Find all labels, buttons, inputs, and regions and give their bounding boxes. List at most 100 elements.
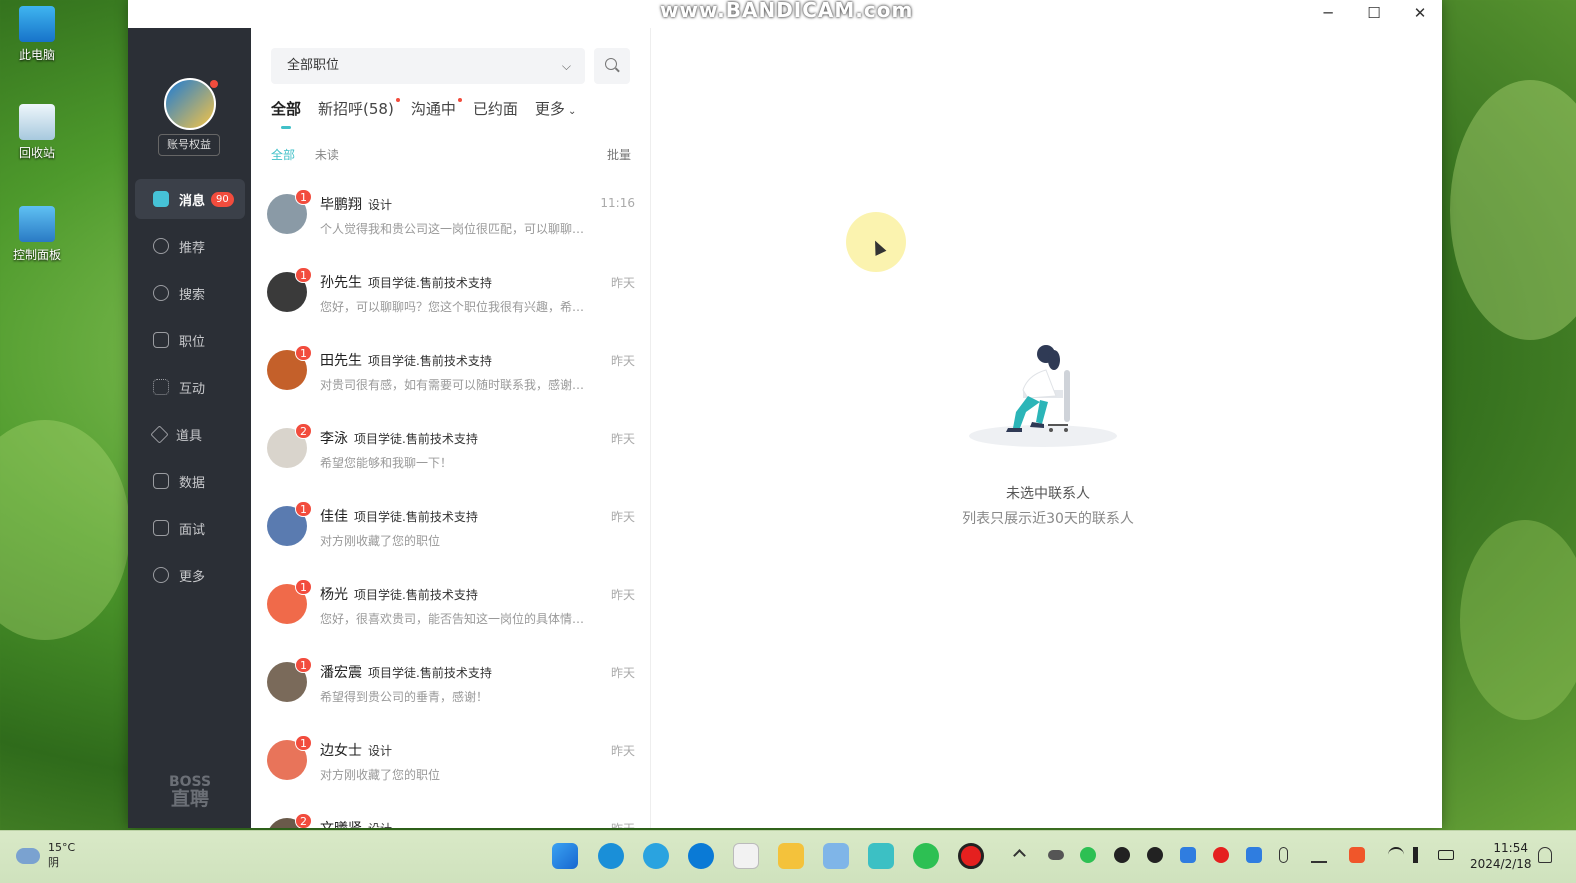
volume-icon[interactable] xyxy=(1413,847,1429,863)
maximize-button[interactable]: ☐ xyxy=(1354,2,1394,24)
recycle-bin-icon xyxy=(19,104,55,140)
conversation-item[interactable]: 1 杨光 项目学徒.售前技术支持 昨天 您好，很喜欢贵司，能否告知这一岗位的具体情况？ xyxy=(251,570,650,648)
record-tray-icon[interactable] xyxy=(1213,847,1229,863)
conversation-item[interactable]: 1 潘宏震 项目学徒.售前技术支持 昨天 希望得到贵公司的垂青，感谢！ xyxy=(251,648,650,726)
input-method-icon[interactable] xyxy=(733,843,759,869)
message-preview: 对贵司很有感，如有需要可以随时联系我，感谢您的关注 xyxy=(320,378,594,392)
conversation-item[interactable]: 1 边女士 设计 昨天 对方刚收藏了您的职位 xyxy=(251,726,650,804)
recording-watermark: www.BANDICAM.com xyxy=(660,0,914,22)
applied-position: 项目学徒.售前技术支持 xyxy=(368,276,492,290)
unread-count-badge: 1 xyxy=(295,735,312,751)
battery-icon[interactable] xyxy=(1438,850,1454,860)
subtab-all[interactable]: 全部 xyxy=(271,146,295,163)
document-icon xyxy=(153,332,169,348)
message-preview: 希望您能够和我聊一下！ xyxy=(320,456,453,470)
wallpaper-leaf xyxy=(1450,80,1576,340)
new-dot xyxy=(395,98,400,102)
sidebar-item-search[interactable]: 搜索 xyxy=(135,273,245,313)
title-bar[interactable]: www.BANDICAM.com ─ ☐ ✕ xyxy=(128,0,1442,28)
clock-time: 11:54 xyxy=(1493,841,1528,855)
tab-label: 新招呼(58) xyxy=(318,100,394,118)
empty-state-title: 未选中联系人 xyxy=(1006,486,1090,502)
wechat-tray-icon[interactable] xyxy=(1080,847,1096,863)
candidate-name-line: 佳佳 项目学徒.售前技术支持 xyxy=(320,506,478,526)
candidate-name-line: 毕鹏翔 设计 xyxy=(320,194,392,214)
taskbar-clock[interactable]: 11:54 2024/2/18 xyxy=(1470,840,1532,872)
tab-all[interactable]: 全部 xyxy=(271,98,301,129)
unread-badge: 90 xyxy=(211,191,234,207)
microphone-icon[interactable] xyxy=(1279,847,1288,863)
weather-widget[interactable]: 15°C 阴 xyxy=(16,841,75,870)
conversation-item[interactable]: 1 佳佳 项目学徒.售前技术支持 昨天 对方刚收藏了您的职位 xyxy=(251,492,650,570)
sogou-icon[interactable] xyxy=(1349,847,1365,863)
close-button[interactable]: ✕ xyxy=(1400,2,1440,24)
conversation-item[interactable]: 1 毕鹏翔 设计 11:16 个人觉得我和贵公司这一岗位很匹配，可以聊聊吗？ xyxy=(251,180,650,258)
sidebar-item-more[interactable]: 更多 xyxy=(135,555,245,595)
desktop-icon-recycle-bin[interactable]: 回收站 xyxy=(10,104,64,161)
batch-button[interactable]: 批量 xyxy=(607,146,631,163)
sidebar-item-interact[interactable]: 互动 xyxy=(135,367,245,407)
conversation-item[interactable]: 2 文曦贤设计 昨天 xyxy=(251,804,650,828)
browser-icon[interactable] xyxy=(688,843,714,869)
read-filter: 全部 未读 批量 xyxy=(271,146,631,163)
sidebar-item-tools[interactable]: 道具 xyxy=(135,414,245,454)
font-icon[interactable] xyxy=(1311,847,1327,863)
candidate-name: 潘宏震 xyxy=(320,665,362,681)
unread-count-badge: 1 xyxy=(295,657,312,673)
tab-communicating[interactable]: 沟通中 xyxy=(411,98,462,119)
account-benefits-button[interactable]: 账号权益 xyxy=(158,134,220,156)
candidate-name-line: 杨光 项目学徒.售前技术支持 xyxy=(320,584,478,604)
chevron-down-icon: ⌄ xyxy=(564,106,577,117)
tab-new-greetings[interactable]: 新招呼(58) xyxy=(318,98,400,119)
qq-icon[interactable] xyxy=(1114,847,1130,863)
conversation-list-panel: 全部职位 ⌵ 全部 新招呼(58) 沟通中 已约面 更多 ⌄ 全部 未读 批量 … xyxy=(251,28,651,828)
sidebar-item-jobs[interactable]: 职位 xyxy=(135,320,245,360)
onedrive-icon[interactable] xyxy=(1048,850,1064,860)
company-avatar[interactable] xyxy=(164,78,216,130)
qq-icon[interactable] xyxy=(1147,847,1163,863)
conversation-item[interactable]: 1 田先生 项目学徒.售前技术支持 昨天 对贵司很有感，如有需要可以随时联系我，感谢您的… xyxy=(251,336,650,414)
sidebar-item-label: 推荐 xyxy=(179,240,206,256)
desktop-icon-control-panel[interactable]: 控制面板 xyxy=(10,206,64,263)
applied-position: 项目学徒.售前技术支持 xyxy=(368,666,492,680)
sidebar-item-interview[interactable]: 面试 xyxy=(135,508,245,548)
search-icon-handle xyxy=(615,67,620,73)
wifi-icon[interactable] xyxy=(1388,847,1404,863)
applied-position: 项目学徒.售前技术支持 xyxy=(368,354,492,368)
new-dot xyxy=(457,98,462,102)
search-button[interactable] xyxy=(594,48,630,84)
message-time: 昨天 xyxy=(610,354,635,368)
sidebar-item-recommend[interactable]: 推荐 xyxy=(135,226,245,266)
wechat-icon[interactable] xyxy=(913,843,939,869)
boss-app-icon[interactable] xyxy=(868,843,894,869)
message-time: 11:16 xyxy=(600,196,635,210)
minimize-button[interactable]: ─ xyxy=(1308,2,1348,24)
tab-interview-booked[interactable]: 已约面 xyxy=(473,98,518,119)
sidebar-item-messages[interactable]: 消息 90 xyxy=(135,179,245,219)
job-filter-select[interactable]: 全部职位 ⌵ xyxy=(271,48,585,84)
subtab-unread[interactable]: 未读 xyxy=(315,146,339,163)
app-icon[interactable] xyxy=(823,843,849,869)
candidate-name: 李泳 xyxy=(320,431,348,447)
notification-bell-icon[interactable] xyxy=(1538,847,1552,863)
chevron-up-icon[interactable] xyxy=(1013,849,1026,862)
search-app-icon[interactable] xyxy=(643,843,669,869)
tab-label: 更多 xyxy=(534,100,565,118)
file-explorer-icon[interactable] xyxy=(778,843,804,869)
desktop-icon-label: 控制面板 xyxy=(12,248,61,262)
grid-icon xyxy=(153,379,169,395)
record-icon[interactable] xyxy=(958,843,984,869)
desktop-icon-this-pc[interactable]: 此电脑 xyxy=(10,6,64,63)
chart-icon xyxy=(153,473,169,489)
tab-more[interactable]: 更多 ⌄ xyxy=(535,98,577,119)
edge-icon[interactable] xyxy=(598,843,624,869)
job-filter-value: 全部职位 xyxy=(287,58,340,73)
bluetooth-icon[interactable] xyxy=(1246,847,1262,863)
sidebar-item-data[interactable]: 数据 xyxy=(135,461,245,501)
sidebar-item-label: 更多 xyxy=(179,569,206,585)
app-tray-icon[interactable] xyxy=(1180,847,1196,863)
conversation-item[interactable]: 2 李泳 项目学徒.售前技术支持 昨天 希望您能够和我聊一下！ xyxy=(251,414,650,492)
sidebar-item-label: 搜索 xyxy=(179,287,206,303)
conversation-item[interactable]: 1 孙先生项目学徒.售前技术支持 昨天您好，可以聊聊吗？您这个职位我很有兴趣，希望能… xyxy=(251,258,650,336)
start-icon[interactable] xyxy=(552,843,578,869)
